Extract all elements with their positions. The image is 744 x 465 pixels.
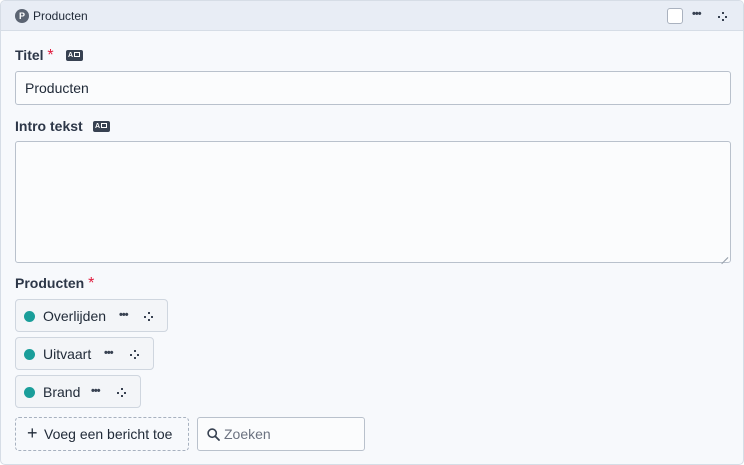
select-checkbox[interactable] xyxy=(667,8,683,24)
producten-label-text: Producten xyxy=(15,275,85,291)
intro-label: Intro tekst xyxy=(15,118,83,134)
titel-label: Titel * xyxy=(15,47,54,65)
panel-header: P Producten ••• xyxy=(1,1,743,31)
locale-icon: A xyxy=(93,121,110,132)
required-mark: * xyxy=(88,275,95,292)
search-box[interactable] xyxy=(197,417,365,451)
drag-handle-icon[interactable] xyxy=(144,312,153,321)
add-item-label: Voeg een bericht toe xyxy=(44,426,173,442)
product-chip[interactable]: Brand ••• xyxy=(15,375,141,408)
more-dots-icon[interactable]: ••• xyxy=(119,309,129,321)
more-dots-icon[interactable]: ••• xyxy=(104,347,114,359)
resize-grip-icon[interactable] xyxy=(720,251,729,265)
locale-icon: A xyxy=(66,50,83,61)
producten-label: Producten * xyxy=(15,275,94,293)
block-type-badge: P xyxy=(15,9,29,23)
search-icon xyxy=(207,428,220,441)
chip-label: Brand xyxy=(43,384,81,400)
more-dots-icon[interactable]: ••• xyxy=(692,8,702,20)
add-item-button[interactable]: + Voeg een bericht toe xyxy=(15,417,189,451)
drag-handle-icon[interactable] xyxy=(718,12,727,21)
drag-handle-icon[interactable] xyxy=(117,388,126,397)
search-input[interactable] xyxy=(224,418,362,450)
status-dot xyxy=(24,349,35,360)
more-dots-icon[interactable]: ••• xyxy=(91,385,101,397)
titel-label-text: Titel xyxy=(15,47,44,63)
product-chip[interactable]: Overlijden ••• xyxy=(15,299,168,332)
product-chip[interactable]: Uitvaart ••• xyxy=(15,337,154,370)
required-mark: * xyxy=(47,47,54,64)
panel-title: Producten xyxy=(33,9,88,23)
intro-textarea[interactable] xyxy=(15,141,731,263)
plus-icon: + xyxy=(27,423,38,443)
status-dot xyxy=(24,311,35,322)
block-panel: P Producten ••• Titel * A Intro tekst A … xyxy=(0,0,744,465)
chip-label: Overlijden xyxy=(43,308,107,324)
drag-handle-icon[interactable] xyxy=(130,350,139,359)
chip-label: Uitvaart xyxy=(43,346,92,362)
titel-input[interactable] xyxy=(15,71,731,105)
status-dot xyxy=(24,387,35,398)
